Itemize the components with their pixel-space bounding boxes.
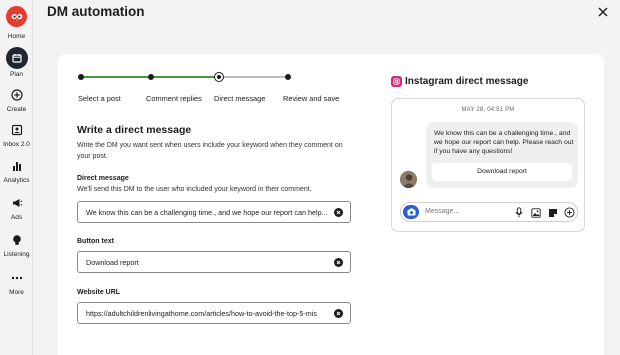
website-url-label: Website URL bbox=[77, 289, 121, 296]
avatar bbox=[400, 171, 417, 188]
chart-icon bbox=[8, 157, 26, 175]
sidebar-item-more[interactable]: More bbox=[0, 269, 33, 296]
sidebar-item-label: Plan bbox=[9, 71, 23, 78]
instagram-icon bbox=[391, 76, 402, 87]
dm-field-value: We know this can be a challenging time.,… bbox=[86, 208, 328, 217]
step-dot bbox=[285, 74, 291, 80]
sidebar-item-home[interactable]: Home bbox=[0, 31, 33, 40]
section-heading: Write a direct message bbox=[77, 124, 192, 136]
composer-placeholder: Message... bbox=[425, 208, 460, 215]
calendar-icon bbox=[5, 47, 28, 69]
preview-download-button[interactable]: Download report bbox=[432, 163, 572, 181]
sidebar: Home Plan Create Inbox 2.0 Analytics Ads bbox=[0, 0, 33, 355]
close-icon[interactable] bbox=[596, 5, 610, 19]
clear-icon[interactable] bbox=[334, 258, 343, 267]
ellipsis-icon bbox=[8, 269, 26, 287]
message-bubble: We know this can be a challenging time.,… bbox=[426, 122, 578, 188]
header: DM automation bbox=[33, 0, 620, 26]
plus-circle-icon[interactable] bbox=[564, 207, 575, 218]
sidebar-item-label: More bbox=[9, 289, 24, 296]
sidebar-item-label: Listening bbox=[3, 251, 30, 258]
sidebar-item-label: Home bbox=[7, 33, 26, 40]
camera-icon[interactable] bbox=[403, 205, 419, 219]
message-text: We know this can be a challenging time.,… bbox=[434, 130, 574, 156]
clear-icon[interactable] bbox=[334, 208, 343, 217]
website-url-value: https://adultchildrenlivingathome.com/ar… bbox=[86, 309, 317, 318]
hootsuite-logo[interactable] bbox=[6, 6, 27, 27]
plus-icon bbox=[8, 86, 26, 104]
button-text-value: Download report bbox=[86, 258, 139, 267]
sidebar-item-label: Create bbox=[6, 106, 27, 113]
sidebar-item-label: Inbox 2.0 bbox=[3, 141, 30, 148]
dm-hint: We'll send this DM to the user who inclu… bbox=[77, 186, 312, 193]
step-connector bbox=[221, 76, 287, 78]
sidebar-item-inbox[interactable]: Inbox 2.0 bbox=[0, 121, 33, 148]
lightbulb-icon bbox=[8, 231, 26, 249]
button-text-field[interactable]: Download report bbox=[77, 251, 351, 273]
image-icon[interactable] bbox=[530, 207, 541, 218]
microphone-icon[interactable] bbox=[513, 207, 524, 218]
step-label[interactable]: Direct message bbox=[214, 94, 265, 103]
inbox-icon bbox=[8, 121, 26, 139]
step-dot bbox=[78, 74, 84, 80]
dm-field[interactable]: We know this can be a challenging time.,… bbox=[77, 201, 351, 223]
button-text-label: Button text bbox=[77, 238, 114, 245]
section-description: Write the DM you want sent when users in… bbox=[77, 142, 343, 160]
sidebar-item-plan[interactable]: Plan bbox=[0, 47, 33, 78]
sidebar-item-label: Analytics bbox=[3, 177, 30, 184]
megaphone-icon bbox=[8, 194, 26, 212]
step-label[interactable]: Select a post bbox=[78, 94, 121, 103]
step-label[interactable]: Review and save bbox=[283, 94, 339, 103]
step-dot bbox=[148, 74, 154, 80]
website-url-field[interactable]: https://adultchildrenlivingathome.com/ar… bbox=[77, 302, 351, 324]
dm-preview: MAY 28, 04:51 PM We know this can be a c… bbox=[391, 98, 585, 232]
message-composer[interactable]: Message... bbox=[400, 202, 578, 222]
preview-title: Instagram direct message bbox=[405, 76, 529, 87]
sidebar-item-label: Ads bbox=[10, 214, 23, 221]
step-label[interactable]: Comment replies bbox=[146, 94, 202, 103]
dm-label: Direct message bbox=[77, 175, 129, 182]
sticker-icon[interactable] bbox=[547, 207, 558, 218]
sidebar-item-analytics[interactable]: Analytics bbox=[0, 157, 33, 184]
clear-icon[interactable] bbox=[334, 309, 343, 318]
sidebar-item-ads[interactable]: Ads bbox=[0, 194, 33, 221]
page-title: DM automation bbox=[47, 4, 145, 19]
step-dot-current bbox=[214, 72, 224, 82]
stepper: Select a post Comment replies Direct mes… bbox=[78, 70, 360, 110]
message-timestamp: MAY 28, 04:51 PM bbox=[461, 107, 515, 113]
sidebar-item-listening[interactable]: Listening bbox=[0, 231, 33, 258]
step-connector bbox=[153, 76, 217, 78]
step-connector bbox=[83, 76, 149, 78]
sidebar-item-create[interactable]: Create bbox=[0, 86, 33, 113]
